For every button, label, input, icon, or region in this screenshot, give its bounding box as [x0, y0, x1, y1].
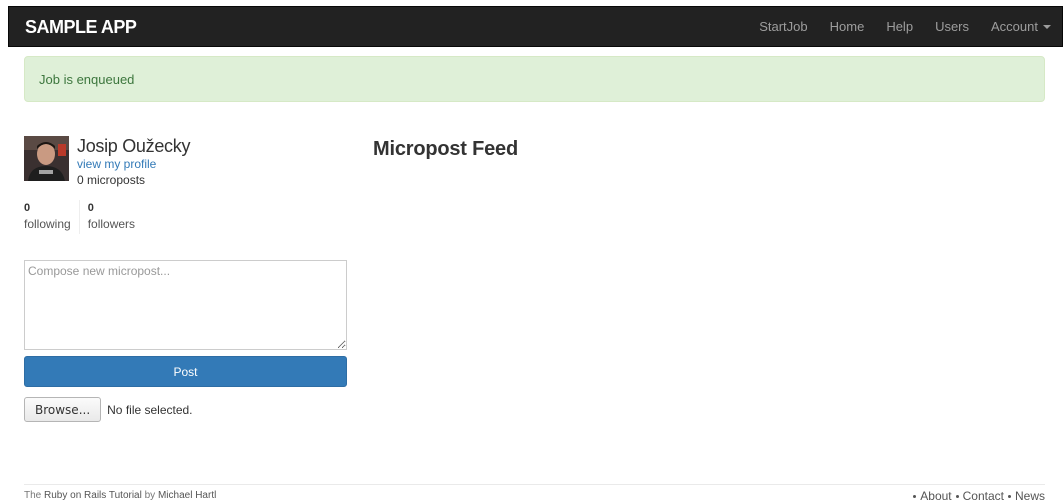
- nav-home[interactable]: Home: [819, 7, 876, 46]
- footer-contact-link[interactable]: Contact: [963, 489, 1004, 503]
- footer-item-about: About: [913, 489, 952, 503]
- footer-divider: [24, 484, 1045, 485]
- file-status: No file selected.: [107, 402, 193, 417]
- nav-links: StartJob Home Help Users Account: [748, 7, 1062, 46]
- footer-by: by: [144, 490, 156, 501]
- bullet-icon: [913, 494, 917, 498]
- footer-item-news: News: [1007, 489, 1045, 503]
- nav-account-dropdown[interactable]: Account: [980, 7, 1062, 46]
- user-name: Josip Oužecky: [77, 136, 191, 156]
- footer-news-link[interactable]: News: [1015, 489, 1045, 503]
- following-label: following: [24, 217, 71, 231]
- browse-button[interactable]: Browse...: [24, 397, 102, 422]
- alert-message: Job is enqueued: [39, 72, 135, 87]
- tutorial-link[interactable]: Ruby on Rails Tutorial: [44, 490, 142, 501]
- feed-title: Micropost Feed: [373, 138, 518, 160]
- followers-count: 0: [87, 202, 94, 214]
- file-input: Browse... No file selected.: [24, 397, 193, 422]
- brand-logo[interactable]: SAMPLE APP: [25, 17, 137, 38]
- nav-account-label: Account: [991, 19, 1038, 34]
- following-stat[interactable]: 0 following: [24, 200, 80, 234]
- caret-down-icon: [1043, 24, 1051, 29]
- compose-micropost-textarea[interactable]: [24, 260, 347, 350]
- post-button[interactable]: Post: [24, 356, 347, 387]
- footer-prefix: The: [24, 490, 42, 501]
- view-profile-link[interactable]: view my profile: [77, 157, 156, 171]
- avatar-image: [24, 136, 69, 181]
- footer-nav: About Contact News: [909, 489, 1045, 503]
- nav-help[interactable]: Help: [875, 7, 924, 46]
- followers-stat[interactable]: 0 followers: [80, 200, 135, 234]
- nav-startjob[interactable]: StartJob: [748, 7, 818, 46]
- navbar: SAMPLE APP StartJob Home Help Users Acco…: [8, 6, 1063, 47]
- bullet-icon: [1007, 494, 1011, 498]
- avatar[interactable]: [24, 136, 69, 181]
- user-stats: 0 following 0 followers: [24, 200, 135, 234]
- micropost-count: 0 microposts: [77, 173, 146, 187]
- footer-item-contact: Contact: [955, 489, 1004, 503]
- bullet-icon: [955, 494, 959, 498]
- nav-users[interactable]: Users: [924, 7, 980, 46]
- author-link[interactable]: Michael Hartl: [158, 490, 216, 501]
- footer-credits: The Ruby on Rails Tutorial by Michael Ha…: [24, 490, 216, 501]
- followers-label: followers: [87, 217, 136, 231]
- following-count: 0: [24, 202, 31, 214]
- flash-alert: Job is enqueued: [24, 56, 1045, 102]
- footer-about-link[interactable]: About: [920, 489, 951, 503]
